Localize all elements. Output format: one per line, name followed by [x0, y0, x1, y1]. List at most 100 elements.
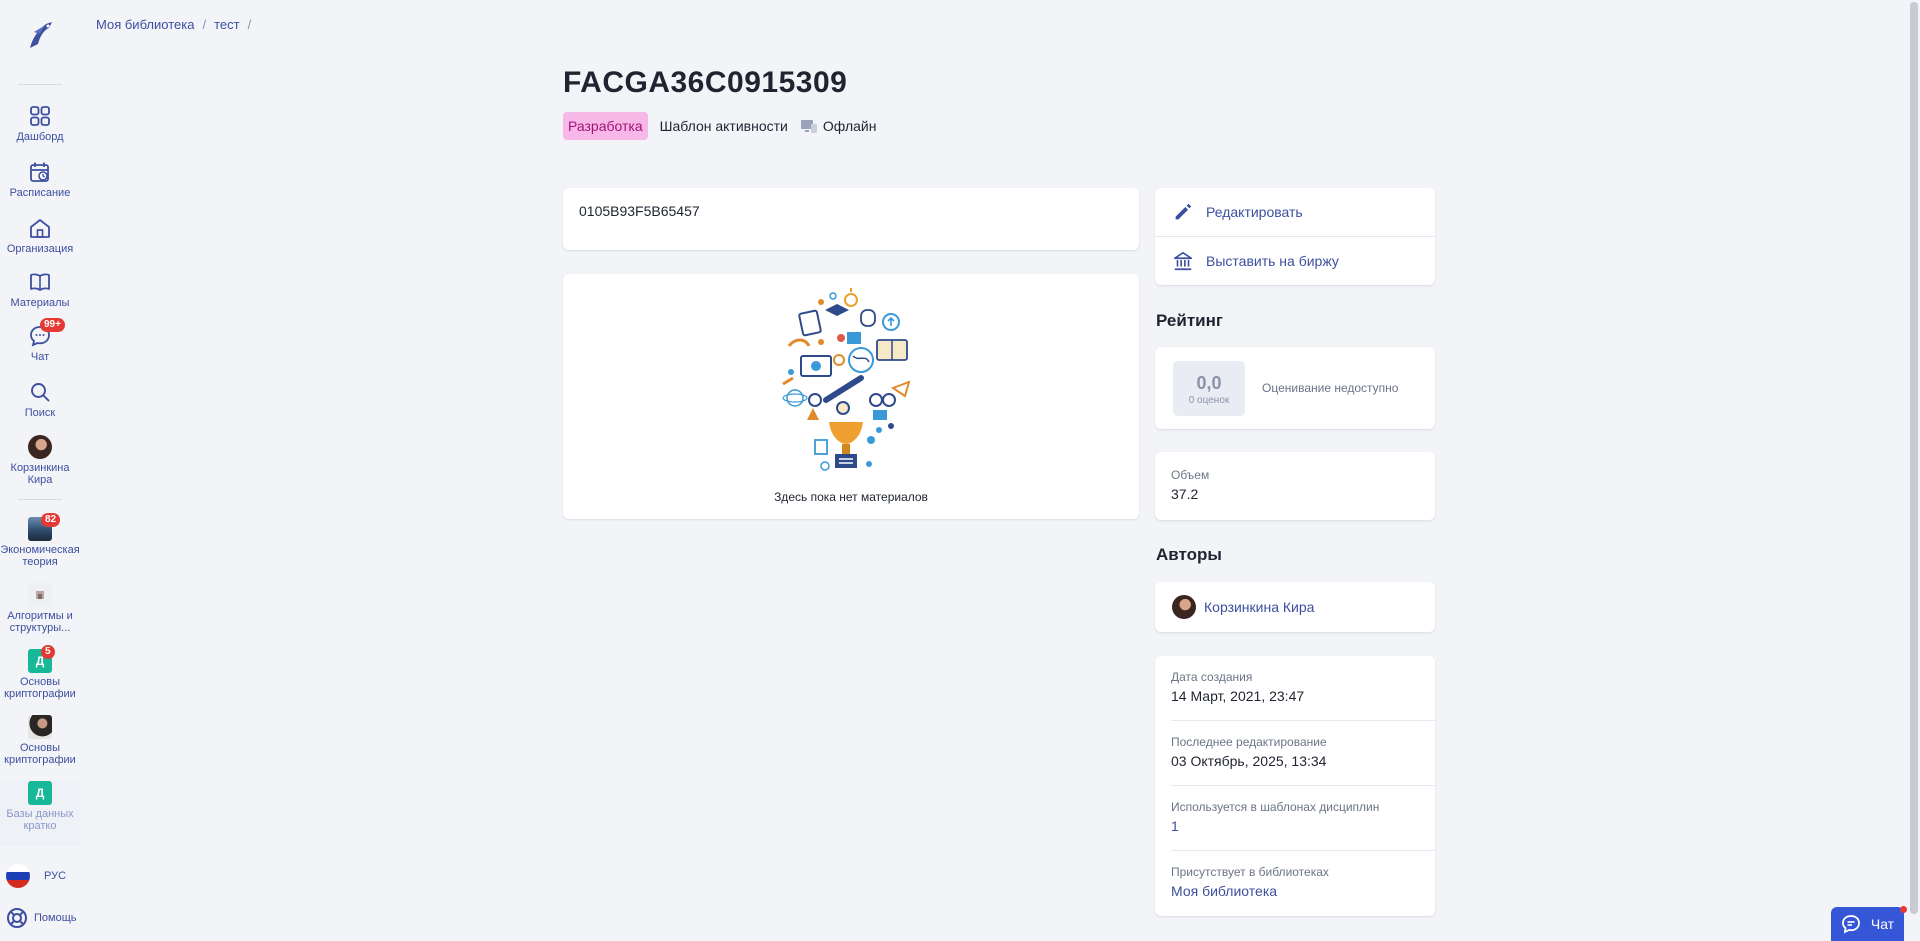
- edited-label: Последнее редактирование: [1171, 735, 1327, 749]
- course-thumbnail: Д: [28, 781, 52, 805]
- rating-value: 0,0: [1196, 373, 1222, 393]
- sidebar-item-search[interactable]: Поиск: [0, 380, 80, 419]
- sidebar: Дашборд Расписание Организация Материалы: [0, 0, 80, 941]
- type-label: Шаблон активности: [659, 118, 788, 134]
- help-link[interactable]: Помощь: [6, 907, 77, 929]
- course-thumbnail: [28, 715, 52, 739]
- course-label: Экономическая теория: [0, 544, 80, 568]
- chat-icon: [1841, 915, 1860, 934]
- rating-heading: Рейтинг: [1156, 311, 1223, 330]
- course-label: Алгоритмы и структуры...: [7, 610, 73, 634]
- lifebuoy-icon: [7, 908, 27, 928]
- sidebar-item-organization[interactable]: Организация: [0, 216, 80, 255]
- language-label: РУС: [44, 870, 67, 882]
- sidebar-course-databases[interactable]: Д Базы данных кратко: [0, 781, 80, 846]
- grid-icon: [30, 106, 50, 126]
- breadcrumb-separator: /: [202, 17, 207, 32]
- app-logo-icon[interactable]: [22, 18, 58, 54]
- sidebar-item-label: Дашборд: [16, 131, 64, 143]
- scrollbar-thumb[interactable]: [1910, 2, 1918, 914]
- page-title: FACGA36C0915309: [563, 66, 848, 99]
- course-label: Основы криптографии: [4, 742, 76, 766]
- info-divider: [1171, 720, 1435, 721]
- sidebar-course-crypto-2[interactable]: Основы криптографии: [0, 715, 80, 766]
- sidebar-item-profile[interactable]: Корзинкина Кира: [0, 435, 80, 486]
- authors-heading: Авторы: [1156, 545, 1222, 564]
- info-card: Дата создания 14 Март, 2021, 23:47 После…: [1155, 656, 1435, 916]
- sidebar-item-label: Организация: [6, 243, 74, 255]
- course-thumbnail: [28, 583, 52, 607]
- edit-button[interactable]: Редактировать: [1155, 188, 1435, 236]
- used-label: Используется в шаблонах дисциплин: [1171, 800, 1380, 814]
- calendar-clock-icon: [30, 162, 49, 182]
- empty-state-text: Здесь пока нет материалов: [774, 490, 928, 504]
- avatar: [1172, 595, 1196, 619]
- sidebar-course-economics[interactable]: 82 Экономическая теория: [0, 513, 80, 568]
- volume-label: Объем: [1171, 468, 1210, 482]
- sidebar-item-label: Поиск: [24, 407, 56, 419]
- volume-value: 37.2: [1171, 486, 1199, 502]
- actions-card: Редактировать Выставить на биржу: [1155, 188, 1435, 285]
- used-value-link[interactable]: 1: [1171, 818, 1421, 834]
- building-icon: [36, 591, 44, 599]
- mode-text: Офлайн: [822, 118, 877, 134]
- sidebar-item-schedule[interactable]: Расписание: [0, 160, 80, 199]
- library-link[interactable]: Моя библиотека: [1171, 883, 1421, 899]
- russia-flag-icon: [6, 864, 30, 888]
- used-row: Используется в шаблонах дисциплин 1: [1171, 800, 1421, 834]
- info-divider: [1171, 850, 1435, 851]
- book-icon: [30, 273, 50, 291]
- rating-count: 0 оценок: [1188, 395, 1230, 406]
- sidebar-item-label: Корзинкина Кира: [10, 462, 70, 486]
- sidebar-item-label: Чат: [30, 351, 50, 363]
- course-badge: 5: [41, 645, 55, 659]
- course-label: Базы данных кратко: [6, 808, 74, 832]
- chat-badge: 99+: [40, 318, 65, 332]
- education-illustration-icon: [782, 288, 911, 471]
- author-item[interactable]: Корзинкина Кира: [1155, 582, 1435, 632]
- sidebar-item-label: Материалы: [10, 297, 70, 309]
- sidebar-divider: [18, 499, 62, 500]
- rating-card: 0,0 0 оценок Оценивание недоступно: [1155, 347, 1435, 429]
- edited-row: Последнее редактирование 03 Октябрь, 202…: [1171, 735, 1421, 769]
- sidebar-divider: [18, 84, 62, 85]
- edited-value: 03 Октябрь, 2025, 13:34: [1171, 753, 1327, 769]
- sidebar-course-algorithms[interactable]: Алгоритмы и структуры...: [0, 583, 80, 634]
- rating-score: 0,0 0 оценок: [1173, 361, 1245, 416]
- info-divider: [1171, 785, 1435, 786]
- status-badge: Разработка: [563, 112, 648, 140]
- sidebar-item-label: Расписание: [9, 187, 71, 199]
- code-card: 0105B93F5B65457: [563, 188, 1139, 250]
- created-value: 14 Март, 2021, 23:47: [1171, 688, 1305, 704]
- tag-row: Разработка Шаблон активности Офлайн: [563, 112, 876, 140]
- publish-button[interactable]: Выставить на биржу: [1155, 237, 1435, 285]
- course-label: Основы криптографии: [4, 676, 76, 700]
- course-badge: 82: [41, 513, 61, 527]
- sidebar-item-dashboard[interactable]: Дашборд: [0, 104, 80, 143]
- breadcrumb-item[interactable]: тест: [214, 17, 240, 32]
- sidebar-item-materials[interactable]: Материалы: [0, 270, 80, 309]
- chat-button-label: Чат: [1870, 916, 1895, 932]
- libraries-row: Присутствует в библиотеках Моя библиотек…: [1171, 865, 1421, 899]
- breadcrumb: Моя библиотека / тест /: [96, 17, 259, 32]
- scrollbar[interactable]: [1908, 0, 1920, 941]
- avatar: [28, 435, 52, 459]
- chat-button[interactable]: Чат: [1831, 907, 1904, 941]
- publish-label: Выставить на биржу: [1206, 253, 1339, 269]
- sidebar-item-chat[interactable]: 99+ Чат: [0, 318, 80, 363]
- help-label: Помощь: [34, 912, 77, 924]
- chat-notification-dot: [1900, 906, 1907, 913]
- material-code: 0105B93F5B65457: [579, 203, 700, 219]
- offline-monitor-icon: [800, 120, 817, 133]
- created-label: Дата создания: [1171, 670, 1253, 684]
- bank-icon: [1173, 251, 1193, 271]
- pencil-icon: [1175, 203, 1192, 220]
- created-row: Дата создания 14 Март, 2021, 23:47: [1171, 670, 1421, 704]
- language-switcher[interactable]: РУС: [6, 864, 66, 888]
- sidebar-course-crypto[interactable]: Д 5 Основы криптографии: [0, 645, 80, 700]
- breadcrumb-separator: /: [247, 17, 252, 32]
- breadcrumb-item[interactable]: Моя библиотека: [96, 17, 194, 32]
- volume-card: Объем 37.2: [1155, 452, 1435, 520]
- building-icon: [30, 219, 50, 238]
- edit-label: Редактировать: [1206, 204, 1303, 220]
